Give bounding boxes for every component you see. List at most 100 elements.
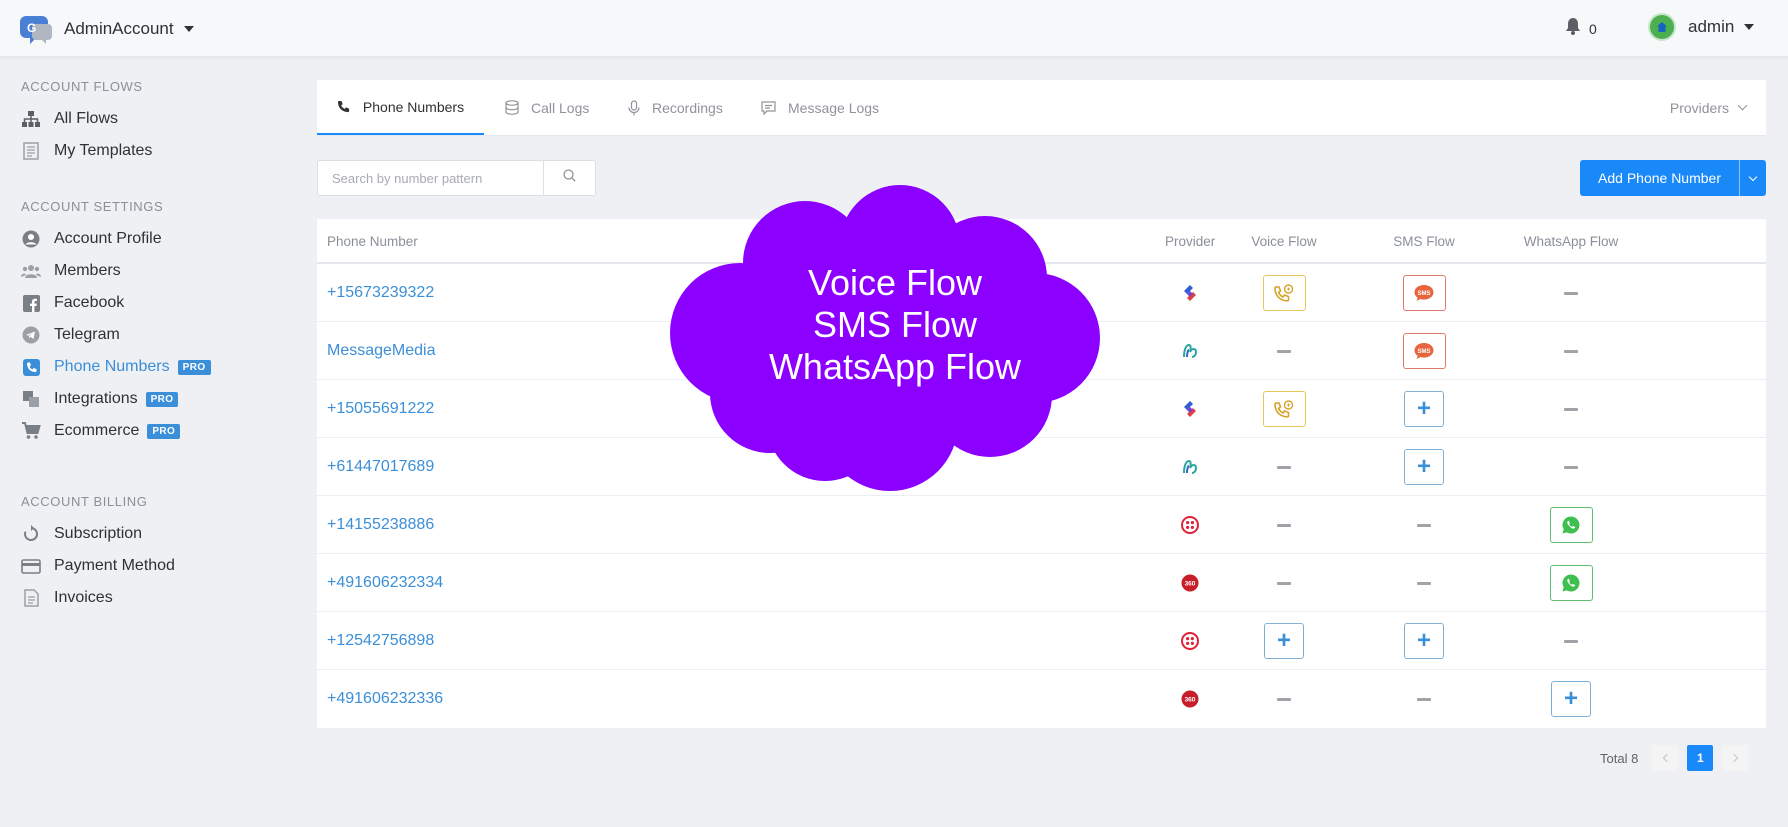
user-menu[interactable]: admin <box>1648 13 1755 41</box>
tab-message-logs[interactable]: Message Logs <box>761 80 879 135</box>
sidebar-item-invoices[interactable]: Invoices <box>21 585 113 611</box>
empty-dash <box>1417 697 1431 701</box>
phone-number-link[interactable]: +12542756898 <box>327 612 434 670</box>
providers-dropdown[interactable]: Providers <box>1669 80 1748 135</box>
app-logo-icon: G <box>20 12 54 46</box>
sidebar-item-telegram[interactable]: Telegram <box>21 322 120 348</box>
sidebar-item-label: Account Profile <box>54 230 162 247</box>
sidebar-item-payment-method[interactable]: Payment Method <box>21 553 175 579</box>
pagination-next-button[interactable] <box>1722 745 1749 771</box>
callout-line-whatsapp-flow: WhatsApp Flow <box>768 346 1022 387</box>
search-bar <box>317 160 596 196</box>
voice-flow-button[interactable] <box>1262 275 1306 311</box>
whatsapp-flow-cell: + <box>1501 670 1641 728</box>
column-header-sms-flow: SMS Flow <box>1393 234 1455 249</box>
sms-flow-button[interactable]: SMS <box>1402 333 1446 369</box>
sms-add-flow-button[interactable]: + <box>1404 391 1444 427</box>
refresh-icon <box>21 524 41 544</box>
sidebar-item-all-flows[interactable]: All Flows <box>21 106 118 132</box>
microphone-icon <box>628 99 640 116</box>
add-phone-number-button[interactable]: Add Phone Number <box>1580 160 1740 196</box>
phone-number-link[interactable]: +15673239322 <box>327 264 434 322</box>
svg-text:360: 360 <box>1185 581 1196 588</box>
voice-call-icon <box>1273 399 1295 419</box>
voice-flow-cell <box>1224 322 1344 380</box>
phone-number-link[interactable]: MessageMedia <box>327 322 436 380</box>
sms-flow-cell: SMS <box>1364 322 1484 380</box>
tab-label: Message Logs <box>788 99 880 116</box>
sms-icon: SMS <box>1413 284 1435 302</box>
sidebar-item-ecommerce[interactable]: Ecommerce PRO <box>21 418 181 444</box>
pro-badge: PRO <box>177 359 211 375</box>
phone-number-link[interactable]: +491606232336 <box>327 670 443 728</box>
providers-label: Providers <box>1669 99 1729 116</box>
phone-icon <box>337 100 351 114</box>
empty-dash <box>1564 639 1578 643</box>
add-phone-number-dropdown[interactable] <box>1740 160 1766 196</box>
plus-icon: + <box>1416 395 1431 422</box>
voice-flow-cell <box>1224 380 1344 438</box>
empty-dash <box>1564 349 1578 353</box>
whatsapp-flow-button[interactable] <box>1549 507 1593 543</box>
sidebar-item-label: My Templates <box>54 142 153 159</box>
pagination-prev-button[interactable] <box>1652 745 1679 771</box>
tab-label: Call Logs <box>531 99 590 116</box>
avatar <box>1648 13 1676 41</box>
sms-add-flow-button[interactable]: + <box>1404 449 1444 485</box>
sidebar-item-phone-numbers[interactable]: Phone Numbers PRO <box>21 354 211 380</box>
section-title-account-billing: ACCOUNT BILLING <box>21 494 148 509</box>
sidebar-item-my-templates[interactable]: My Templates <box>21 138 152 164</box>
whatsapp-icon <box>1561 515 1581 535</box>
phone-number-link[interactable]: +491606232334 <box>327 554 443 612</box>
pro-badge: PRO <box>145 391 179 407</box>
sidebar-item-integrations[interactable]: Integrations PRO <box>21 386 179 412</box>
section-title-account-settings: ACCOUNT SETTINGS <box>21 199 164 214</box>
360dialog-provider-icon: 360 <box>1181 574 1199 592</box>
database-icon <box>505 100 519 115</box>
search-button[interactable] <box>543 160 596 196</box>
phone-number-link[interactable]: +15055691222 <box>327 380 434 438</box>
whatsapp-flow-button[interactable] <box>1549 565 1593 601</box>
voice-add-flow-button[interactable]: + <box>1264 623 1304 659</box>
voice-flow-button[interactable] <box>1262 391 1306 427</box>
empty-dash <box>1564 465 1578 469</box>
empty-dash <box>1277 697 1291 701</box>
pagination-page-1[interactable]: 1 <box>1687 745 1714 771</box>
tab-phone-numbers[interactable]: Phone Numbers <box>317 80 484 135</box>
callout-text: Voice Flow SMS Flow WhatsApp Flow <box>690 262 1100 388</box>
notifications-button[interactable]: 0 <box>1565 17 1597 40</box>
sms-flow-cell: SMS <box>1364 264 1484 322</box>
empty-dash <box>1277 581 1291 585</box>
phone-icon <box>21 357 41 377</box>
phone-number-link[interactable]: +61447017689 <box>327 438 434 496</box>
sms-flow-button[interactable]: SMS <box>1402 275 1446 311</box>
sms-flow-cell: + <box>1364 380 1484 438</box>
facebook-icon <box>21 293 41 313</box>
plus-icon: + <box>1416 627 1431 654</box>
pagination-total: Total 8 <box>1600 750 1639 766</box>
template-icon <box>21 141 41 161</box>
table-row: +14155238886 <box>317 496 1766 554</box>
svg-text:SMS: SMS <box>1417 349 1430 355</box>
voice-flow-cell <box>1224 496 1344 554</box>
provider-cell <box>1165 612 1215 670</box>
tab-call-logs[interactable]: Call Logs <box>505 80 589 135</box>
notifications-count: 0 <box>1589 20 1597 37</box>
sidebar-item-subscription[interactable]: Subscription <box>21 521 142 547</box>
search-input[interactable] <box>317 160 543 196</box>
svg-text:360: 360 <box>1185 697 1196 704</box>
whatsapp-flow-cell <box>1501 380 1641 438</box>
sms-add-flow-button[interactable]: + <box>1404 623 1444 659</box>
whatsapp-add-flow-button[interactable]: + <box>1551 681 1591 717</box>
whatsapp-flow-cell <box>1501 322 1641 380</box>
chevron-down-icon <box>1737 100 1748 111</box>
account-switcher[interactable]: G AdminAccount <box>20 12 194 46</box>
sidebar-item-members[interactable]: Members <box>21 258 121 284</box>
sidebar-item-account-profile[interactable]: Account Profile <box>21 226 162 252</box>
whatsapp-flow-cell <box>1501 438 1641 496</box>
sidebar-item-facebook[interactable]: Facebook <box>21 290 124 316</box>
tab-recordings[interactable]: Recordings <box>628 80 723 135</box>
phone-number-link[interactable]: +14155238886 <box>327 496 434 554</box>
sidebar-item-label: Telegram <box>54 326 120 343</box>
empty-dash <box>1277 465 1291 469</box>
